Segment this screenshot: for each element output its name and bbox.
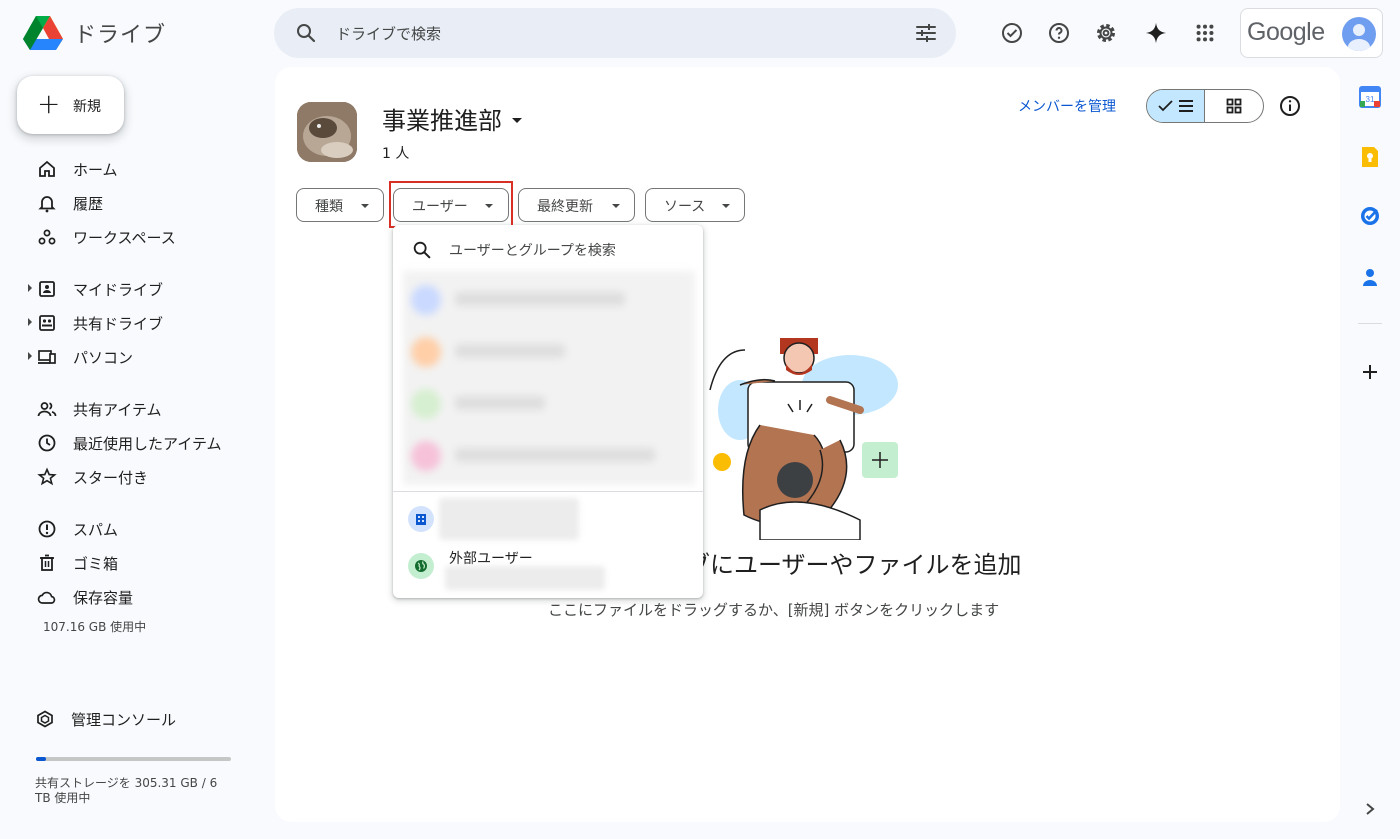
bell-icon <box>38 196 56 213</box>
storage-used-text: 107.16 GB 使用中 <box>43 620 147 634</box>
blurred-external-detail <box>445 566 605 590</box>
add-addon-plus-icon[interactable] <box>1359 361 1381 383</box>
divider <box>1358 323 1382 324</box>
my-drive-icon <box>39 281 55 297</box>
sidebar-item-label: ゴミ箱 <box>73 555 119 573</box>
apps-grid-icon[interactable] <box>1192 20 1218 46</box>
search-bar[interactable]: ドライブで検索 <box>274 8 956 58</box>
filter-modified-chip[interactable]: 最終更新 <box>518 188 635 222</box>
drive-logo[interactable]: ドライブ <box>22 14 166 52</box>
dropdown-caret-icon <box>722 204 730 208</box>
settings-gear-icon[interactable] <box>1093 20 1119 46</box>
avatar[interactable] <box>1342 17 1376 51</box>
spam-icon <box>38 520 56 538</box>
admin-console-icon <box>37 710 53 728</box>
user-search-input[interactable]: ユーザーとグループを検索 <box>449 240 616 260</box>
expand-arrow-icon[interactable] <box>28 284 32 292</box>
google-wordmark: Google <box>1247 18 1325 46</box>
filter-source-label: ソース <box>664 199 706 215</box>
search-icon <box>413 241 431 259</box>
gemini-sparkle-icon[interactable] <box>1143 20 1169 46</box>
dropdown-caret-icon <box>612 204 620 208</box>
highlight-box <box>389 181 513 228</box>
external-users-option[interactable]: 外部ユーザー <box>449 548 533 568</box>
grid-icon <box>1226 98 1242 114</box>
people-icon <box>37 402 57 417</box>
trash-icon <box>40 554 54 571</box>
admin-console-label: 管理コンソール <box>71 711 177 729</box>
blurred-user-list <box>403 271 695 485</box>
empty-state-illustration <box>709 338 898 540</box>
member-count: 1 人 <box>382 146 410 162</box>
empty-state-title: ブにユーザーやファイルを追加 <box>686 551 1022 579</box>
list-item[interactable] <box>407 329 687 375</box>
search-input[interactable]: ドライブで検索 <box>336 23 441 44</box>
list-item[interactable] <box>407 433 687 479</box>
globe-icon <box>408 553 434 579</box>
workspaces-icon <box>38 229 56 245</box>
new-button-label: 新規 <box>73 99 101 115</box>
filter-type-label: 種類 <box>315 199 343 215</box>
sidebar-item-label: 共有ドライブ <box>73 315 164 333</box>
list-view-button[interactable] <box>1147 90 1206 122</box>
offline-status-icon[interactable] <box>999 20 1025 46</box>
drive-title[interactable]: 事業推進部 <box>382 101 522 136</box>
drive-title-text: 事業推進部 <box>382 107 502 135</box>
list-item[interactable] <box>407 381 687 427</box>
shared-storage-bar-fill <box>36 757 46 761</box>
tune-icon[interactable] <box>914 21 938 45</box>
expand-side-panel-chevron-icon[interactable] <box>1359 798 1381 820</box>
expand-arrow-icon[interactable] <box>28 352 32 360</box>
dropdown-caret-icon <box>361 204 369 208</box>
star-icon <box>37 467 57 486</box>
empty-state-subtitle: ここにファイルをドラッグするか、[新規] ボタンをクリックします <box>548 601 1000 619</box>
blurred-organization-name[interactable] <box>439 498 579 540</box>
sidebar-item-label: 共有アイテム <box>73 401 162 419</box>
sidebar-item-label: 履歴 <box>73 195 104 213</box>
sidebar-item-label: スパム <box>73 521 119 539</box>
drive-logo-icon <box>23 16 63 50</box>
keep-icon[interactable] <box>1359 146 1381 168</box>
app-name: ドライブ <box>74 23 167 48</box>
sidebar-item-label: ホーム <box>73 161 118 179</box>
shared-drive-icon <box>39 315 55 331</box>
user-filter-dropdown[interactable]: ユーザーとグループを検索 外部ユーザー <box>393 225 703 598</box>
view-toggle[interactable] <box>1146 89 1264 123</box>
shared-storage-text: 共有ストレージを 305.31 GB / 6 TB 使用中 <box>35 776 218 805</box>
list-icon <box>1178 100 1193 112</box>
organization-building-icon <box>408 506 434 532</box>
divider <box>393 491 703 492</box>
drive-menu-caret-icon[interactable] <box>512 118 522 123</box>
shared-drive-image <box>297 102 357 162</box>
home-icon <box>39 160 55 177</box>
tasks-icon[interactable] <box>1359 205 1381 227</box>
new-button[interactable]: + 新規 <box>17 76 124 134</box>
sidebar-item-label: 保存容量 <box>73 589 134 607</box>
filter-type-chip[interactable]: 種類 <box>296 188 384 222</box>
cloud-icon <box>37 591 56 604</box>
sidebar-item-label: 最近使用したアイテム <box>73 435 222 453</box>
grid-view-button[interactable] <box>1205 90 1263 122</box>
info-icon[interactable] <box>1278 94 1302 118</box>
sidebar-item-label: パソコン <box>73 349 134 367</box>
shared-storage-bar <box>36 757 231 761</box>
filter-source-chip[interactable]: ソース <box>645 188 745 222</box>
contacts-icon[interactable] <box>1359 266 1381 288</box>
sidebar-item-label: マイドライブ <box>73 281 164 299</box>
svg-text:31: 31 <box>1366 95 1375 104</box>
help-icon[interactable] <box>1046 20 1072 46</box>
check-icon <box>1157 100 1173 112</box>
expand-arrow-icon[interactable] <box>28 318 32 326</box>
filter-modified-label: 最終更新 <box>537 199 593 215</box>
clock-icon <box>38 434 56 452</box>
computer-icon <box>38 350 56 364</box>
calendar-icon[interactable]: 31 <box>1359 86 1381 108</box>
sidebar-item-label: ワークスペース <box>73 229 176 247</box>
list-item[interactable] <box>407 277 687 323</box>
sidebar-item-label: スター付き <box>73 469 149 487</box>
manage-members-link[interactable]: メンバーを管理 <box>1018 96 1116 116</box>
plus-icon: + <box>37 87 61 120</box>
account-switcher[interactable]: Google <box>1240 8 1383 58</box>
search-icon[interactable] <box>294 21 318 45</box>
